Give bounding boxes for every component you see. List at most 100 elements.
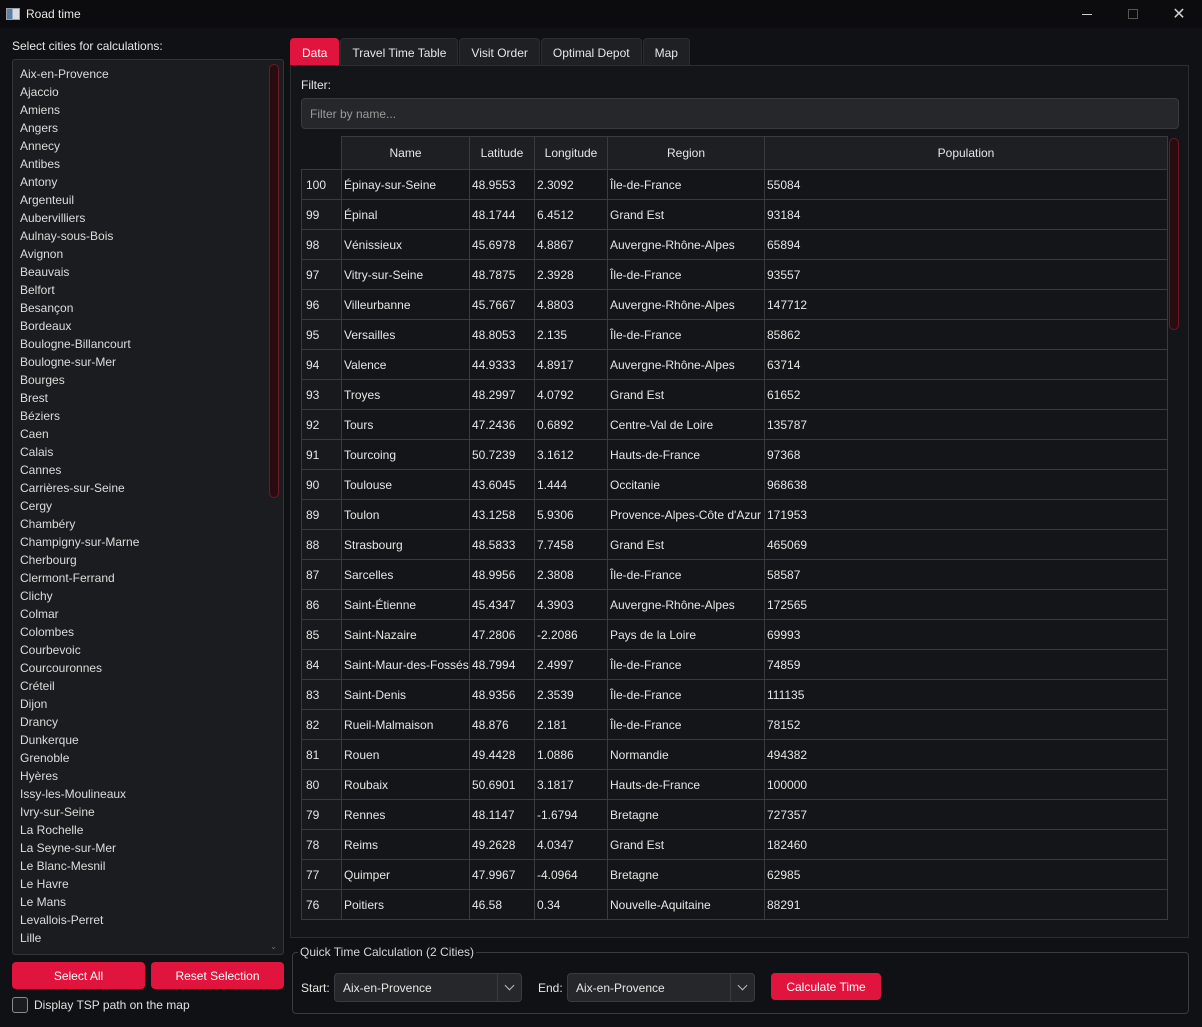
city-list-item[interactable]: Bourges: [13, 371, 283, 389]
city-list-item[interactable]: Clermont-Ferrand: [13, 569, 283, 587]
city-list-item[interactable]: Bordeaux: [13, 317, 283, 335]
city-list-item[interactable]: Cannes: [13, 461, 283, 479]
table-row[interactable]: 90 Toulouse 43.6045 1.444 Occitanie 968638: [301, 469, 1168, 500]
city-list-item[interactable]: Aulnay-sous-Bois: [13, 227, 283, 245]
scroll-down-icon[interactable]: ⌄: [270, 942, 277, 951]
table-row[interactable]: 100 Épinay-sur-Seine 48.9553 2.3092 Île-de-F…: [301, 169, 1168, 200]
table-row[interactable]: 97 Vitry-sur-Seine 48.7875 2.3928 Île-de-Fra…: [301, 259, 1168, 290]
table-row[interactable]: 84 Saint-Maur-des-Fossés 48.7994 2.4997 Île-…: [301, 649, 1168, 680]
column-header-longitude[interactable]: Longitude: [534, 136, 608, 170]
city-list-item[interactable]: Colombes: [13, 623, 283, 641]
table-row[interactable]: 94 Valence 44.9333 4.8917 Auvergne-Rhône-Alp…: [301, 349, 1168, 380]
city-list-item[interactable]: Belfort: [13, 281, 283, 299]
city-list-item[interactable]: Aubervilliers: [13, 209, 283, 227]
city-list-item[interactable]: Brest: [13, 389, 283, 407]
city-list-item[interactable]: Clichy: [13, 587, 283, 605]
tab-visit-order[interactable]: Visit Order: [459, 38, 540, 66]
city-list-item[interactable]: Dijon: [13, 695, 283, 713]
tsp-option[interactable]: Display TSP path on the map: [12, 997, 190, 1013]
city-list-item[interactable]: Antony: [13, 173, 283, 191]
city-list-item[interactable]: Amiens: [13, 101, 283, 119]
table-row[interactable]: 82 Rueil-Malmaison 48.876 2.181 Île-de-Franc…: [301, 709, 1168, 740]
city-list-item[interactable]: La Rochelle: [13, 821, 283, 839]
city-list-item[interactable]: Antibes: [13, 155, 283, 173]
city-list-item[interactable]: Grenoble: [13, 749, 283, 767]
table-row[interactable]: 79 Rennes 48.1147 -1.6794 Bretagne 727357: [301, 799, 1168, 830]
city-list-item[interactable]: Boulogne-sur-Mer: [13, 353, 283, 371]
tsp-checkbox[interactable]: [12, 997, 28, 1013]
table-row[interactable]: 77 Quimper 47.9967 -4.0964 Bretagne 62985: [301, 859, 1168, 890]
calculate-time-button[interactable]: Calculate Time: [771, 973, 881, 1000]
city-list-item[interactable]: Boulogne-Billancourt: [13, 335, 283, 353]
select-all-button[interactable]: Select All: [12, 962, 145, 989]
minimize-button[interactable]: [1064, 0, 1110, 28]
city-list-item[interactable]: Lille: [13, 929, 283, 947]
tab-map[interactable]: Map: [642, 38, 690, 66]
city-list-item[interactable]: Colmar: [13, 605, 283, 623]
city-list-item[interactable]: Annecy: [13, 137, 283, 155]
filter-input[interactable]: [301, 98, 1179, 129]
table-row[interactable]: 99 Épinal 48.1744 6.4512 Grand Est 93184: [301, 199, 1168, 230]
table-row[interactable]: 78 Reims 49.2628 4.0347 Grand Est 182460: [301, 829, 1168, 860]
table-row[interactable]: 85 Saint-Nazaire 47.2806 -2.2086 Pays de la …: [301, 619, 1168, 650]
city-list-item[interactable]: Courbevoic: [13, 641, 283, 659]
city-list-item[interactable]: Levallois-Perret: [13, 911, 283, 929]
city-list-item[interactable]: Calais: [13, 443, 283, 461]
city-list-item[interactable]: La Seyne-sur-Mer: [13, 839, 283, 857]
city-list-item[interactable]: Le Havre: [13, 875, 283, 893]
tab-optimal-depot[interactable]: Optimal Depot: [540, 38, 642, 66]
end-city-select[interactable]: Aix-en-Provence: [567, 973, 755, 1002]
city-list-item[interactable]: Caen: [13, 425, 283, 443]
table-row[interactable]: 92 Tours 47.2436 0.6892 Centre-Val de Loire 1…: [301, 409, 1168, 440]
tab-travel-time-table[interactable]: Travel Time Table: [340, 38, 459, 66]
table-row[interactable]: 89 Toulon 43.1258 5.9306 Provence-Alpes-Côte…: [301, 499, 1168, 530]
city-list-item[interactable]: Carrières-sur-Seine: [13, 479, 283, 497]
column-header-latitude[interactable]: Latitude: [469, 136, 535, 170]
city-list-item[interactable]: Besançon: [13, 299, 283, 317]
table-row[interactable]: 91 Tourcoing 50.7239 3.1612 Hauts-de-France 9…: [301, 439, 1168, 470]
city-list-item[interactable]: Aix-en-Provence: [13, 65, 283, 83]
city-list-scrollbar[interactable]: [269, 64, 279, 498]
column-header-name[interactable]: Name: [341, 136, 470, 170]
city-list[interactable]: Aix-en-Provence Ajaccio Amiens Angers Annecy…: [12, 59, 284, 955]
table-row[interactable]: 93 Troyes 48.2997 4.0792 Grand Est 61652: [301, 379, 1168, 410]
city-list-item[interactable]: Issy-les-Moulineaux: [13, 785, 283, 803]
city-list-item[interactable]: Créteil: [13, 677, 283, 695]
city-list-item[interactable]: Ivry-sur-Seine: [13, 803, 283, 821]
city-list-item[interactable]: Cergy: [13, 497, 283, 515]
start-city-select[interactable]: Aix-en-Provence: [334, 973, 522, 1002]
city-list-item[interactable]: Drancy: [13, 713, 283, 731]
city-list-item[interactable]: Béziers: [13, 407, 283, 425]
table-row[interactable]: 87 Sarcelles 48.9956 2.3808 Île-de-France 585…: [301, 559, 1168, 590]
table-row[interactable]: 96 Villeurbanne 45.7667 4.8803 Auvergne-Rhôn…: [301, 289, 1168, 320]
tab-data[interactable]: Data: [290, 38, 340, 66]
table-scrollbar[interactable]: [1169, 138, 1179, 330]
city-list-item[interactable]: Champigny-sur-Marne: [13, 533, 283, 551]
city-list-item[interactable]: Hyères: [13, 767, 283, 785]
maximize-button[interactable]: [1110, 0, 1156, 28]
city-list-item[interactable]: Avignon: [13, 245, 283, 263]
table-row[interactable]: 98 Vénissieux 45.6978 4.8867 Auvergne-Rhône-…: [301, 229, 1168, 260]
column-header-region[interactable]: Region: [607, 136, 765, 170]
table-row[interactable]: 88 Strasbourg 48.5833 7.7458 Grand Est 465069: [301, 529, 1168, 560]
table-row[interactable]: 81 Rouen 49.4428 1.0886 Normandie 494382: [301, 739, 1168, 770]
close-button[interactable]: ✕: [1156, 0, 1202, 28]
city-list-item[interactable]: Angers: [13, 119, 283, 137]
reset-selection-button[interactable]: Reset Selection: [151, 962, 284, 989]
city-list-item[interactable]: Le Mans: [13, 893, 283, 911]
table-row[interactable]: 86 Saint-Étienne 45.4347 4.3903 Auvergne-Rhô…: [301, 589, 1168, 620]
table-row[interactable]: 83 Saint-Denis 48.9356 2.3539 Île-de-France 1…: [301, 679, 1168, 710]
table-row[interactable]: 76 Poitiers 46.58 0.34 Nouvelle-Aquitaine 882…: [301, 889, 1168, 920]
column-header-population[interactable]: Population: [764, 136, 1168, 170]
city-list-item[interactable]: Beauvais: [13, 263, 283, 281]
city-list-item[interactable]: Le Blanc-Mesnil: [13, 857, 283, 875]
table-row[interactable]: 80 Roubaix 50.6901 3.1817 Hauts-de-France 100…: [301, 769, 1168, 800]
chevron-down-icon[interactable]: [730, 974, 754, 1001]
chevron-down-icon[interactable]: [497, 974, 521, 1001]
city-list-item[interactable]: Cherbourg: [13, 551, 283, 569]
city-list-item[interactable]: Chambéry: [13, 515, 283, 533]
city-list-item[interactable]: Courcouronnes: [13, 659, 283, 677]
city-list-item[interactable]: Ajaccio: [13, 83, 283, 101]
city-list-item[interactable]: Argenteuil: [13, 191, 283, 209]
table-row[interactable]: 95 Versailles 48.8053 2.135 Île-de-France 858…: [301, 319, 1168, 350]
